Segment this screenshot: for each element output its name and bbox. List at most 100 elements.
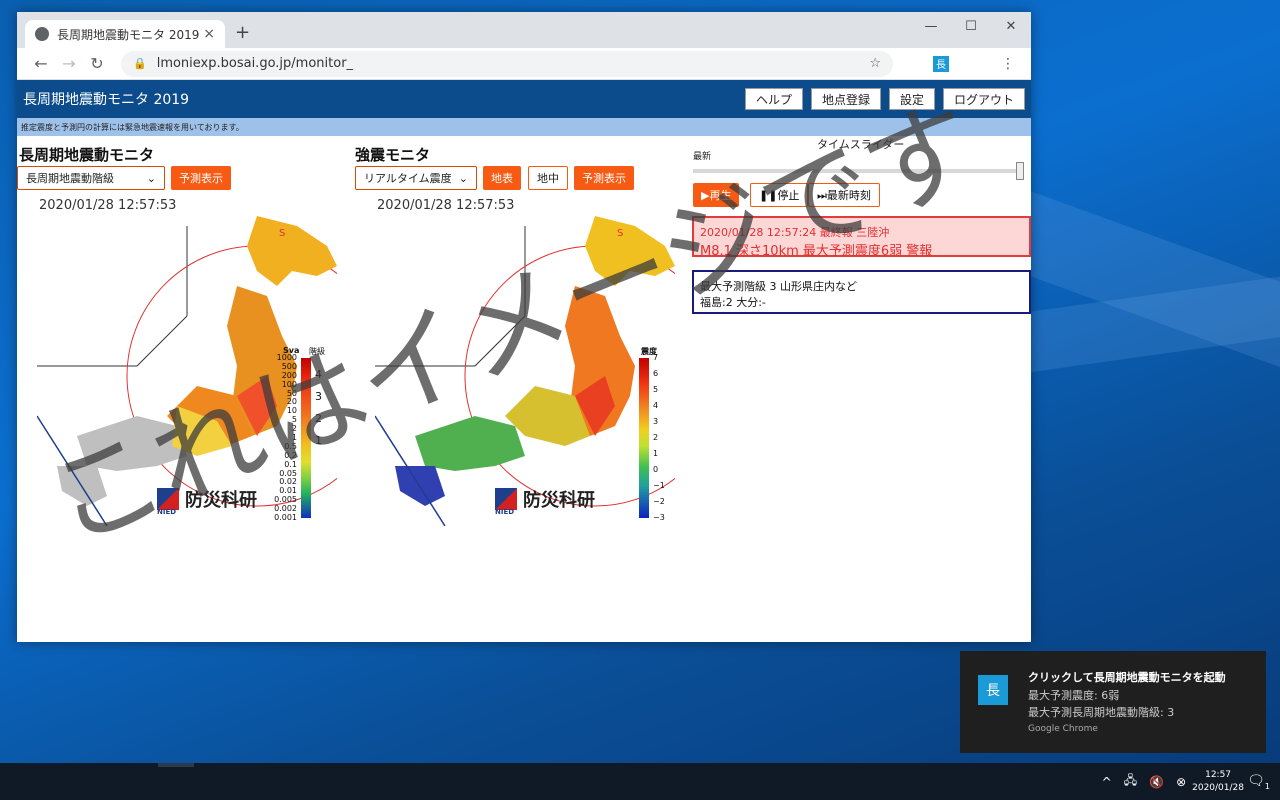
toast-source: Google Chrome — [1028, 724, 1098, 734]
long-period-select[interactable]: 長周期地震動階級 ⌄ — [17, 166, 165, 190]
taskbar: ^ 🖧 🔇 ⊗ 12:57 2020/01/28 🗨1 — [0, 763, 1280, 800]
class-tick: 2 — [315, 412, 322, 425]
back-icon[interactable]: ← — [27, 54, 55, 73]
new-tab-button[interactable]: + — [235, 22, 250, 43]
notification-count: 1 — [1264, 781, 1270, 791]
register-location-button[interactable]: 地点登録 — [810, 88, 881, 110]
help-button[interactable]: ヘルプ — [744, 88, 803, 110]
settings-button[interactable]: 設定 — [888, 88, 935, 110]
nied-logo: 防災科研 NIED — [157, 486, 257, 516]
app-header: 長周期地震動モニタ 2019 ヘルプ 地点登録 設定 ログアウト — [17, 80, 1031, 118]
eew-line-1: 2020/01/28 12:57:24 最終報 三陸沖 — [700, 226, 890, 239]
system-tray: ^ 🖧 🔇 ⊗ 12:57 2020/01/28 — [1096, 763, 1244, 800]
strong-motion-map-graphic: S — [374, 216, 726, 527]
sva-tick: 10 — [286, 406, 297, 416]
time-slider-track[interactable] — [693, 169, 1023, 173]
intensity-tick: 3 — [653, 417, 659, 426]
toast-line-2: 最大予測長周期地震動階級: 3 — [1028, 706, 1175, 719]
prediction-line-1: 最大予測階級 3 山形県庄内など — [700, 280, 857, 293]
sva-tick: 20 — [286, 397, 297, 407]
reload-icon[interactable]: ↻ — [83, 54, 111, 73]
sva-tick: 5 — [291, 415, 297, 425]
intensity-tick: 6 — [653, 369, 659, 378]
sva-tick: 500 — [281, 361, 297, 371]
class-tick: 3 — [315, 390, 322, 403]
latest-time-button[interactable]: ⏭最新時刻 — [808, 183, 880, 207]
epicenter-mark: S — [279, 228, 285, 239]
minimize-button[interactable]: — — [911, 12, 951, 40]
intensity-colorbar — [639, 358, 649, 518]
nied-logo-text: 防災科研 — [523, 490, 595, 511]
realtime-intensity-select[interactable]: リアルタイム震度 ⌄ — [355, 166, 477, 190]
chevron-down-icon: ⌄ — [146, 171, 156, 185]
class-tick: 1 — [315, 434, 322, 447]
clock-date: 2020/01/28 — [1192, 782, 1244, 793]
sva-tick: 2 — [291, 424, 297, 434]
sva-tick: 200 — [281, 370, 297, 380]
right-predict-button[interactable]: 予測表示 — [574, 166, 634, 190]
time-slider-thumb[interactable] — [1016, 162, 1024, 180]
prediction-line-2: 福島:2 大分:- — [700, 296, 766, 309]
intensity-tick: 0 — [653, 465, 659, 474]
browser-tab[interactable]: 長周期地震動モニタ 2019 × — [25, 20, 225, 48]
intensity-tick: 5 — [653, 385, 659, 394]
sva-tick: 0.001 — [274, 513, 297, 522]
app-title: 長周期地震動モニタ 2019 — [23, 92, 190, 108]
intensity-tick: −1 — [653, 481, 665, 490]
map-timestamp: 2020/01/28 12:57:53 — [39, 198, 177, 213]
taskbar-app-indicator[interactable] — [158, 763, 194, 767]
sva-tick: 1 — [291, 433, 297, 442]
class-header: 階級 — [309, 347, 325, 356]
clock[interactable]: 12:57 2020/01/28 — [1192, 769, 1244, 795]
epicenter-mark: S — [617, 228, 623, 239]
network-icon[interactable]: 🖧 — [1124, 771, 1137, 792]
sva-tick: 100 — [281, 379, 297, 389]
menu-dots-icon[interactable]: ⋮ — [1001, 56, 1015, 72]
address-bar[interactable]: 🔒 lmoniexp.bosai.go.jp/monitor_ ☆ — [121, 50, 893, 77]
left-predict-button[interactable]: 予測表示 — [171, 166, 231, 190]
sva-tick: 0.2 — [284, 450, 297, 460]
long-period-monitor-title: 長周期地震動モニタ — [19, 146, 155, 164]
sva-tick: 0.02 — [279, 477, 297, 487]
volume-muted-icon[interactable]: 🔇 — [1149, 775, 1164, 789]
close-circle-icon[interactable]: ⊗ — [1176, 775, 1186, 789]
stop-button[interactable]: ❚❚停止 — [750, 183, 809, 207]
sva-tick: 0.5 — [284, 441, 297, 451]
forward-icon[interactable]: → — [55, 54, 83, 73]
intensity-tick: −2 — [653, 497, 665, 506]
chevron-down-icon: ⌄ — [458, 171, 468, 185]
url-text: lmoniexp.bosai.go.jp/monitor_ — [156, 56, 354, 71]
extension-icon[interactable]: 長 — [933, 55, 949, 72]
sva-tick: 50 — [286, 388, 297, 398]
surface-button[interactable]: 地表 — [483, 166, 521, 190]
bookmark-star-icon[interactable]: ☆ — [869, 56, 881, 71]
tray-chevron-icon[interactable]: ^ — [1102, 775, 1112, 789]
class-tick: 4 — [315, 368, 322, 381]
intensity-tick: 2 — [653, 433, 659, 442]
lock-icon: 🔒 — [133, 57, 147, 70]
nied-logo-icon — [495, 488, 517, 510]
nied-logo-icon — [157, 488, 179, 510]
nied-sub-text: NIED — [495, 508, 515, 516]
toast-title: クリックして長周期地震動モニタを起動 — [1028, 671, 1226, 684]
sva-colorbar — [301, 358, 311, 518]
strong-motion-map[interactable]: S 2020/01/28 12:57:53 防災科研 NIED — [374, 196, 726, 527]
close-tab-icon[interactable]: × — [203, 26, 215, 42]
action-center-icon[interactable]: 🗨1 — [1247, 773, 1270, 791]
toast-notification[interactable]: 長 クリックして長周期地震動モニタを起動 最大予測震度: 6弱 最大予測長周期地… — [960, 651, 1266, 753]
play-button[interactable]: ▶再生 — [693, 183, 740, 207]
maximize-button[interactable]: ☐ — [951, 12, 991, 40]
nied-logo: 防災科研 NIED — [495, 486, 595, 516]
sva-tick: 1000 — [276, 353, 297, 362]
sva-tick: 0.005 — [274, 495, 297, 505]
toast-line-1: 最大予測震度: 6弱 — [1028, 689, 1120, 702]
logout-button[interactable]: ログアウト — [942, 88, 1025, 110]
tab-strip: 長周期地震動モニタ 2019 × + — ☐ ✕ — [17, 12, 1031, 48]
nied-sub-text: NIED — [157, 508, 177, 516]
underground-button[interactable]: 地中 — [528, 166, 568, 190]
close-window-button[interactable]: ✕ — [991, 12, 1031, 40]
select-value: リアルタイム震度 — [364, 172, 452, 185]
intensity-tick: 1 — [653, 449, 659, 458]
intensity-tick: −3 — [653, 513, 665, 522]
time-slider-latest-label: 最新 — [693, 152, 712, 162]
